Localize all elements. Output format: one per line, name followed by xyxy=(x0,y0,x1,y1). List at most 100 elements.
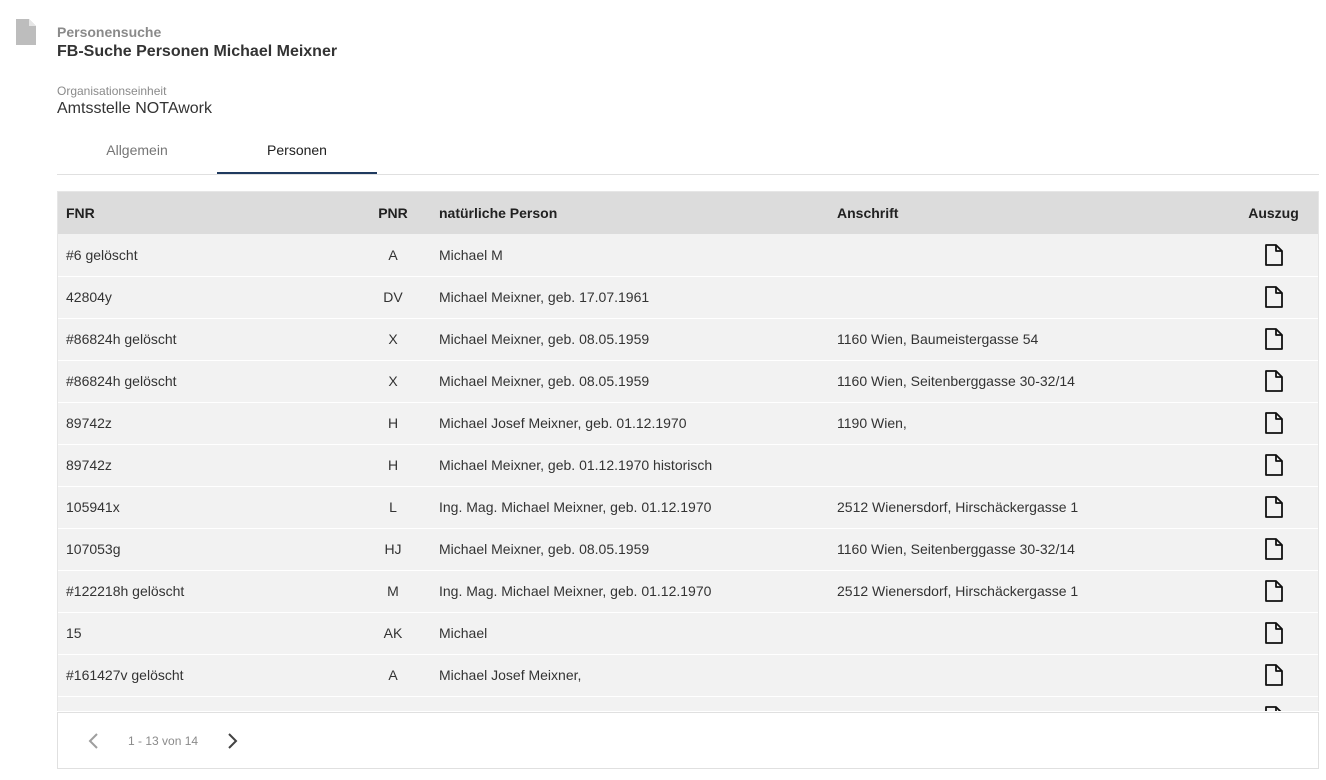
cell-fnr: #122218h gelöscht xyxy=(66,583,185,599)
cell-auszug xyxy=(1227,654,1318,696)
org-unit: Organisationseinheit Amtsstelle NOTAwork xyxy=(57,84,212,119)
cell-person: Ing. Mag. Michael Meixner, geb. 01.12.19… xyxy=(439,499,712,515)
cell-auszug xyxy=(1227,276,1318,318)
tab-personen[interactable]: Personen xyxy=(217,130,377,174)
column-header-person: natürliche Person xyxy=(439,205,558,221)
cell-address: 1160 Wien, Baumeistergasse 54 xyxy=(837,331,1039,347)
cell-person: Michael Meixner, geb. 01.12.1970 histori… xyxy=(439,457,713,473)
org-unit-label: Organisationseinheit xyxy=(57,84,167,98)
table-row[interactable] xyxy=(58,696,1318,711)
cell-address: 1190 Wien, xyxy=(837,415,907,431)
cell-pnr: A xyxy=(388,246,398,263)
cell-fnr: 42804y xyxy=(66,289,112,305)
cell-fnr: #161427v gelöscht xyxy=(66,667,184,683)
chevron-right-icon[interactable] xyxy=(222,729,242,753)
table-row[interactable]: 15 AK Michael xyxy=(58,612,1318,654)
cell-auszug xyxy=(1227,612,1318,654)
cell-fnr: 105941x xyxy=(66,499,120,515)
cell-fnr: 89742z xyxy=(66,415,112,431)
cell-person: Michael Meixner, geb. 17.07.1961 xyxy=(439,289,650,305)
table-row[interactable]: #6 gelöscht A Michael M xyxy=(58,234,1318,276)
table-row[interactable]: #161427v gelöscht A Michael Josef Meixner, xyxy=(58,654,1318,696)
file-icon[interactable] xyxy=(1264,496,1283,518)
cell-fnr xyxy=(58,696,355,711)
cell-fnr: #86824h gelöscht xyxy=(66,331,177,347)
cell-address xyxy=(829,612,1227,654)
cell-auszug xyxy=(1227,234,1318,276)
table-row[interactable]: 105941x L Ing. Mag. Michael Meixner, geb. … xyxy=(58,486,1318,528)
cell-address: 1160 Wien, Seitenberggasse 30-32/14 xyxy=(837,373,1075,389)
cell-auszug xyxy=(1227,360,1318,402)
cell-auszug xyxy=(1227,486,1318,528)
cell-address xyxy=(829,276,1227,318)
table-row[interactable]: 42804y DV Michael Meixner, geb. 17.07.1961 xyxy=(58,276,1318,318)
page-header: Personensuche FB-Suche Personen Michael … xyxy=(57,24,337,62)
table-header-row: FNR PNR natürliche Person Anschrift Ausz… xyxy=(58,192,1318,234)
cell-pnr: L xyxy=(389,499,397,515)
file-icon[interactable] xyxy=(1264,243,1283,266)
cell-auszug xyxy=(1227,528,1318,570)
cell-pnr: AK xyxy=(383,625,403,641)
cell-person: Michael Meixner, geb. 08.05.1959 xyxy=(439,373,650,389)
cell-pnr: X xyxy=(388,373,398,389)
pagination-range: 1 - 13 von 14 xyxy=(128,734,199,748)
cell-address: 2512 Wienersdorf, Hirschäckergasse 1 xyxy=(837,583,1079,599)
table-row[interactable]: #122218h gelöscht M Ing. Mag. Michael Meix… xyxy=(58,570,1318,612)
file-icon[interactable] xyxy=(1264,370,1283,392)
cell-person: Ing. Mag. Michael Meixner, geb. 01.12.19… xyxy=(439,583,712,599)
cell-pnr: DV xyxy=(383,289,403,305)
cell-person: Michael Josef Meixner, xyxy=(439,667,582,683)
cell-person: Michael Meixner, geb. 08.05.1959 xyxy=(439,541,650,557)
column-header-pnr: PNR xyxy=(378,205,408,221)
cell-person: Michael Meixner, geb. 08.05.1959 xyxy=(439,331,650,347)
cell-auszug xyxy=(1227,318,1318,360)
cell-address: 2512 Wienersdorf, Hirschäckergasse 1 xyxy=(837,499,1079,515)
page-title: FB-Suche Personen Michael Meixner xyxy=(57,43,338,60)
persons-table: FNR PNR natürliche Person Anschrift Ausz… xyxy=(57,191,1319,711)
document-icon xyxy=(16,19,36,45)
file-icon[interactable] xyxy=(1264,412,1283,434)
cell-fnr: 15 xyxy=(66,625,82,641)
file-icon[interactable] xyxy=(1264,706,1283,711)
cell-fnr: #6 gelöscht xyxy=(66,246,138,263)
cell-pnr: H xyxy=(387,415,399,431)
section-label: Personensuche xyxy=(57,24,162,40)
cell-address xyxy=(829,654,1227,696)
file-icon[interactable] xyxy=(1264,664,1283,686)
file-icon[interactable] xyxy=(1264,580,1283,602)
cell-fnr: 89742z xyxy=(66,457,112,473)
table-row[interactable]: #86824h gelöscht X Michael Meixner, geb. 0… xyxy=(58,318,1318,360)
file-icon[interactable] xyxy=(1264,538,1283,560)
file-icon[interactable] xyxy=(1264,328,1283,350)
cell-address xyxy=(829,234,1227,276)
cell-pnr: HJ xyxy=(384,541,402,557)
cell-person: Michael M xyxy=(439,246,503,263)
file-icon[interactable] xyxy=(1264,622,1283,644)
cell-person xyxy=(431,696,829,711)
cell-address xyxy=(829,444,1227,486)
file-icon[interactable] xyxy=(1264,454,1283,476)
table-row[interactable]: 107053g HJ Michael Meixner, geb. 08.05.195… xyxy=(58,528,1318,570)
cell-auszug xyxy=(1227,570,1318,612)
tab-allgemein[interactable]: Allgemein xyxy=(57,130,217,174)
cell-auszug xyxy=(1227,444,1318,486)
cell-pnr: X xyxy=(388,331,398,347)
chevron-left-icon[interactable] xyxy=(84,729,104,753)
cell-auszug xyxy=(1227,696,1318,711)
cell-address xyxy=(829,696,1227,711)
cell-pnr: A xyxy=(388,667,398,683)
cell-pnr xyxy=(355,696,431,711)
column-header-address: Anschrift xyxy=(837,205,899,221)
cell-pnr: M xyxy=(387,583,399,599)
file-icon[interactable] xyxy=(1264,286,1283,308)
table-row[interactable]: 89742z H Michael Josef Meixner, geb. 01.12… xyxy=(58,402,1318,444)
column-header-fnr: FNR xyxy=(66,205,95,221)
table-row[interactable]: #86824h gelöscht X Michael Meixner, geb. 0… xyxy=(58,360,1318,402)
tab-bar: Allgemein Personen xyxy=(57,130,1319,175)
cell-fnr: 107053g xyxy=(66,541,121,557)
org-unit-value: Amtsstelle NOTAwork xyxy=(57,100,212,117)
cell-auszug xyxy=(1227,402,1318,444)
cell-person: Michael Josef Meixner, geb. 01.12.1970 xyxy=(439,415,687,431)
cell-pnr: H xyxy=(387,457,399,473)
table-row[interactable]: 89742z H Michael Meixner, geb. 01.12.1970 … xyxy=(58,444,1318,486)
